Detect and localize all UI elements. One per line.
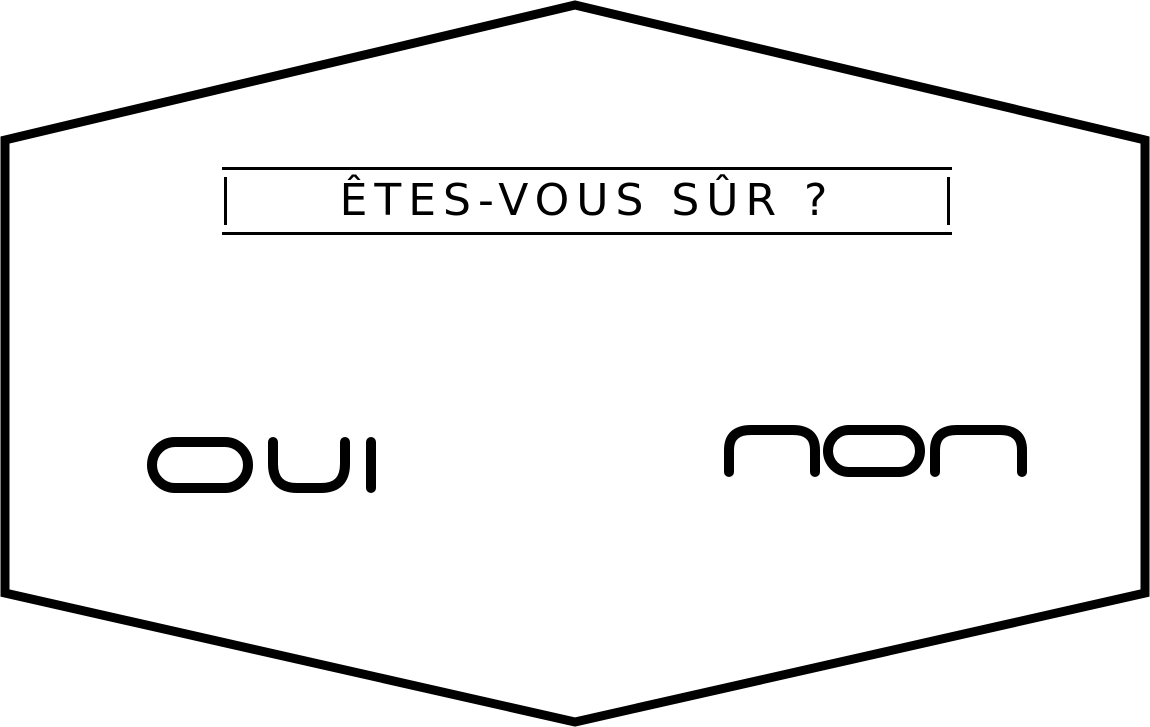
- dialog-title-box: ÊTES-VOUS SÛR ?: [222, 167, 952, 235]
- yes-glyphs: [147, 437, 376, 493]
- no-button[interactable]: NON: [716, 418, 1036, 486]
- yes-button[interactable]: OUI: [140, 428, 390, 502]
- no-glyphs: [724, 425, 1027, 477]
- hexagon-frame: [0, 0, 1150, 727]
- confirm-dialog: ÊTES-VOUS SÛR ? OUI NON: [0, 0, 1150, 727]
- dialog-title: ÊTES-VOUS SÛR ?: [339, 175, 835, 226]
- title-right-bar: [947, 177, 950, 225]
- title-bottom-rule: [222, 232, 952, 235]
